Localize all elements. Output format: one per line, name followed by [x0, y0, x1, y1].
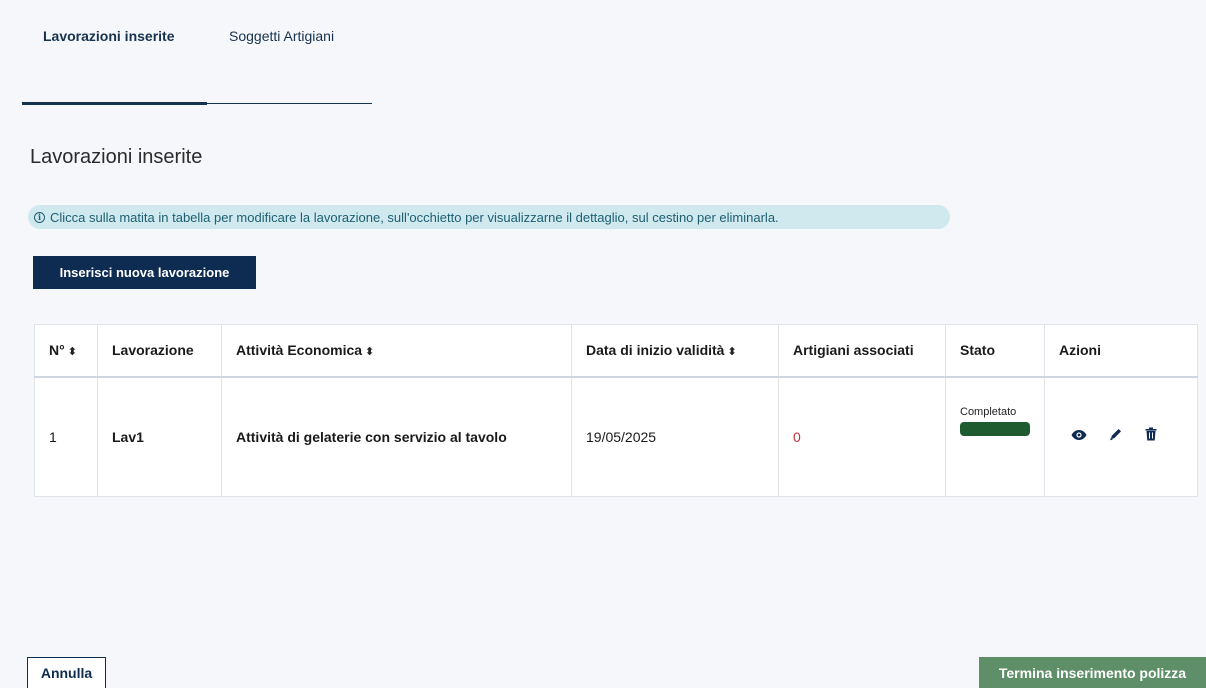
tab-soggetti-artigiani[interactable]: Soggetti Artigiani — [229, 28, 334, 44]
eye-icon[interactable] — [1071, 428, 1087, 446]
cell-artigiani: 0 — [778, 376, 946, 497]
table-header-row: N° ⬍ Lavorazione Attività Economica ⬍ Data… — [34, 324, 1198, 377]
tab-lavorazioni-inserite[interactable]: Lavorazioni inserite — [43, 28, 174, 44]
cell-stato: Completato — [945, 376, 1045, 497]
lavorazioni-table: N° ⬍ Lavorazione Attività Economica ⬍ Data… — [34, 324, 1198, 497]
sort-icon[interactable]: ⬍ — [727, 346, 736, 358]
header-stato: Stato — [945, 324, 1045, 377]
header-data-label: Data di inizio validità — [586, 342, 725, 359]
status-badge — [960, 421, 1030, 436]
add-lavorazione-button[interactable]: Inserisci nuova lavorazione — [33, 256, 256, 289]
tabs-bar: Lavorazioni inserite Soggetti Artigiani — [22, 0, 372, 106]
header-lavorazione: Lavorazione — [97, 324, 222, 377]
active-tab-indicator — [22, 102, 207, 105]
header-attivita[interactable]: Attività Economica ⬍ — [221, 324, 572, 377]
sort-icon[interactable]: ⬍ — [68, 346, 77, 358]
cell-lavorazione: Lav1 — [97, 376, 222, 497]
cell-attivita: Attività di gelaterie con servizio al ta… — [221, 376, 572, 497]
cell-azioni — [1044, 376, 1198, 497]
header-attivita-label: Attività Economica — [236, 342, 363, 359]
section-title: Lavorazioni inserite — [30, 146, 203, 168]
info-message: i Clicca sulla matita in tabella per mod… — [28, 205, 950, 229]
info-circle-icon: i — [34, 211, 45, 223]
finish-button[interactable]: Termina inserimento polizza — [979, 657, 1206, 688]
header-artigiani: Artigiani associati — [778, 324, 946, 377]
cancel-button[interactable]: Annulla — [27, 657, 106, 688]
info-text: Clicca sulla matita in tabella per modif… — [50, 209, 779, 225]
trash-icon[interactable] — [1145, 427, 1157, 446]
status-label: Completato — [960, 405, 1017, 418]
page: Lavorazioni inserite Soggetti Artigiani … — [0, 0, 1206, 688]
cell-n: 1 — [34, 376, 98, 497]
cell-data: 19/05/2025 — [571, 376, 779, 497]
sort-icon[interactable]: ⬍ — [365, 346, 374, 358]
header-n-label: N° — [49, 342, 65, 359]
pencil-icon[interactable] — [1109, 427, 1123, 446]
header-data[interactable]: Data di inizio validità ⬍ — [571, 324, 779, 377]
header-azioni: Azioni — [1044, 324, 1198, 377]
table-row: 1 Lav1 Attività di gelaterie con servizi… — [34, 376, 1198, 497]
header-n[interactable]: N° ⬍ — [34, 324, 98, 377]
